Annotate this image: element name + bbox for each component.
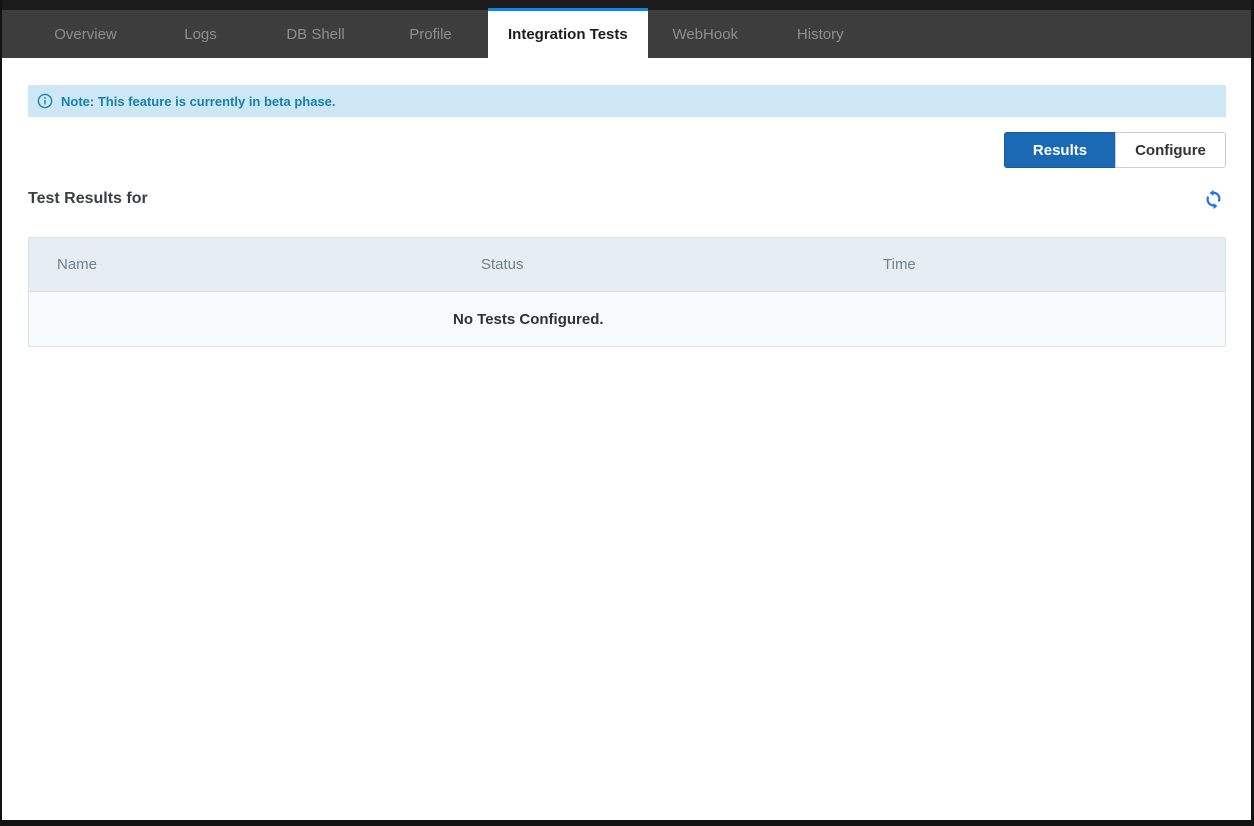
page-title: Test Results for <box>28 190 148 208</box>
beta-note-text: Note: This feature is currently in beta … <box>61 94 336 109</box>
page-content: Note: This feature is currently in beta … <box>2 58 1251 820</box>
tab-db-shell[interactable]: DB Shell <box>258 10 373 58</box>
table-empty-row: No Tests Configured. <box>29 292 1225 346</box>
configure-button[interactable]: Configure <box>1115 132 1226 168</box>
tab-webhook[interactable]: WebHook <box>648 10 763 58</box>
column-header-name: Name <box>29 256 453 273</box>
column-header-time: Time <box>855 256 1225 273</box>
beta-note-banner: Note: This feature is currently in beta … <box>28 85 1226 117</box>
tab-integration-tests[interactable]: Integration Tests <box>488 8 648 58</box>
empty-state-message: No Tests Configured. <box>29 311 604 328</box>
view-toggle-group: Results Configure <box>28 132 1226 168</box>
results-heading-row: Test Results for <box>28 185 1226 213</box>
info-circle-icon <box>37 93 53 109</box>
tab-logs[interactable]: Logs <box>143 10 258 58</box>
refresh-button[interactable] <box>1201 189 1226 210</box>
app-window: Overview Logs DB Shell Profile Integrati… <box>2 0 1251 820</box>
tab-profile[interactable]: Profile <box>373 10 488 58</box>
tab-overview[interactable]: Overview <box>28 10 143 58</box>
main-tabbar: Overview Logs DB Shell Profile Integrati… <box>2 10 1251 58</box>
refresh-icon <box>1203 189 1224 210</box>
test-results-table: Name Status Time No Tests Configured. <box>28 237 1226 347</box>
table-header-row: Name Status Time <box>29 238 1225 292</box>
column-header-status: Status <box>453 256 855 273</box>
results-button[interactable]: Results <box>1004 132 1115 168</box>
tab-history[interactable]: History <box>763 10 878 58</box>
